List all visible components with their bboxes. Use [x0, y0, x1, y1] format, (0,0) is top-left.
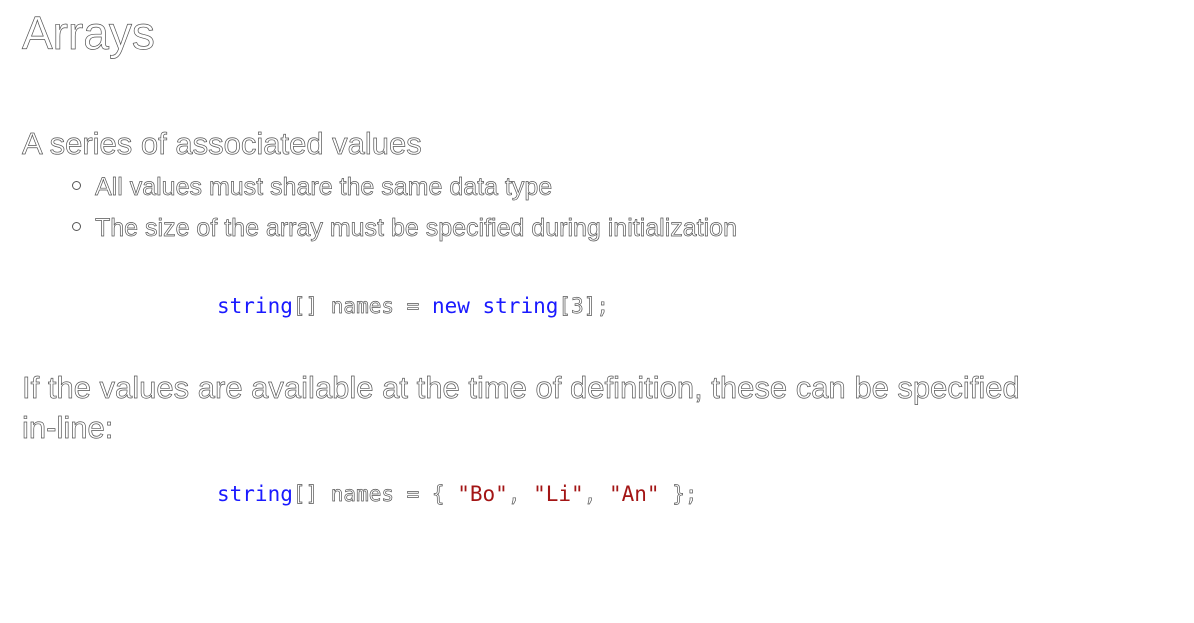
code-text: [] names = {	[292, 482, 458, 507]
code-text: [] names =	[292, 294, 432, 319]
code-string: "Li"	[533, 482, 584, 506]
code-text: [3];	[558, 294, 609, 319]
slide-subtitle: A series of associated values	[22, 126, 422, 162]
code-keyword: string	[217, 482, 293, 506]
bullet-item: All values must share the same data type	[72, 173, 553, 202]
code-string: "Bo"	[457, 482, 508, 506]
code-keyword: new	[431, 294, 470, 318]
bullet-icon	[72, 180, 81, 190]
code-text: ,	[583, 482, 609, 507]
code-sample-declaration: string[] names = new string[3];	[217, 294, 609, 319]
code-sample-inline-init: string[] names = { "Bo", "Li", "An" };	[217, 482, 698, 507]
bullet-text: The size of the array must be specified …	[95, 214, 738, 243]
bullet-item: The size of the array must be specified …	[72, 214, 737, 243]
code-keyword: string	[217, 294, 293, 318]
bullet-icon	[72, 221, 81, 231]
bullet-text: All values must share the same data type	[95, 173, 553, 202]
paragraph: If the values are available at the time …	[22, 370, 1020, 446]
code-text: };	[659, 482, 698, 507]
code-string: "An"	[608, 482, 660, 506]
slide-title: Arrays	[22, 7, 156, 60]
code-text: ,	[507, 482, 534, 507]
code-keyword: string	[469, 294, 559, 318]
